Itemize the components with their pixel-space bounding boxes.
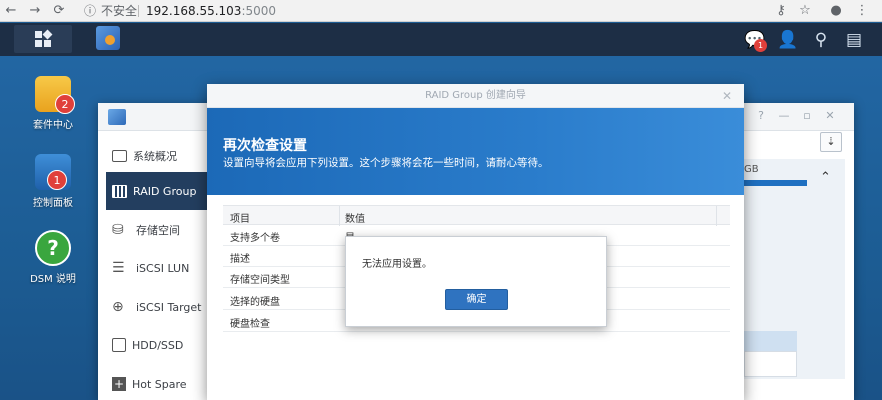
raid-list-row bbox=[744, 351, 797, 377]
chevron-up-icon[interactable]: ⌃ bbox=[820, 170, 831, 185]
security-label: 不安全 bbox=[101, 4, 138, 18]
raid-list-row-highlight bbox=[744, 331, 797, 351]
search-icon[interactable]: ⚲ bbox=[810, 29, 832, 51]
desktop-icon-label: DSM 说明 bbox=[30, 274, 76, 285]
maximize-icon[interactable]: ▫ bbox=[800, 109, 814, 123]
main-menu-icon bbox=[35, 29, 53, 47]
sidebar-item-raid-group[interactable]: RAID Group bbox=[106, 172, 208, 210]
key-icon[interactable]: ⚷ bbox=[772, 2, 790, 20]
help-question-icon[interactable]: ? bbox=[754, 109, 768, 123]
capacity-unit: GB bbox=[744, 164, 759, 175]
wizard-title: RAID Group 创建向导 bbox=[425, 90, 526, 101]
sidebar: 系统概况 RAID Group ⛁ 存储空间 ☰ iSCSI LUN ⊕ iSC… bbox=[98, 131, 208, 400]
wizard-subtitle: 设置向导将会应用下列设置。这个步骤将会花一些时间，请耐心等待。 bbox=[223, 157, 549, 169]
hot-spare-plus-icon: + bbox=[112, 377, 126, 391]
sort-button[interactable]: ⇣ bbox=[820, 132, 842, 152]
url-port: :5000 bbox=[241, 4, 277, 18]
storage-manager-taskbar-icon[interactable] bbox=[96, 26, 120, 50]
widgets-icon[interactable]: ▤ bbox=[843, 29, 865, 51]
sidebar-item-overview[interactable]: 系统概况 bbox=[106, 137, 208, 175]
forward-arrow-icon[interactable]: → bbox=[26, 2, 44, 20]
wizard-title-bar: RAID Group 创建向导 ✕ bbox=[207, 84, 744, 108]
dsm-taskbar: 💬 👤 ⚲ ▤ bbox=[0, 23, 882, 56]
dsm-help-shortcut[interactable]: ? DSM 说明 bbox=[23, 230, 83, 285]
close-icon[interactable]: ✕ bbox=[722, 89, 732, 103]
browser-toolbar: ← → ⟳ ⓘ 不安全 192.168.55.103:5000 ⚷ ☆ ● ⋮ bbox=[0, 0, 882, 22]
desktop-icon-label: 控制面板 bbox=[33, 198, 73, 209]
sidebar-item-label: Hot Spare bbox=[132, 377, 187, 391]
wizard-banner: 再次检查设置 设置向导将会应用下列设置。这个步骤将会花一些时间，请耐心等待。 bbox=[207, 108, 744, 195]
alert-message: 无法应用设置。 bbox=[362, 259, 432, 270]
sidebar-item-label: RAID Group bbox=[133, 184, 197, 198]
column-divider bbox=[339, 206, 340, 226]
back-arrow-icon[interactable]: ← bbox=[2, 2, 20, 20]
notification-badge: 1 bbox=[754, 39, 767, 52]
control-panel-badge: 1 bbox=[47, 170, 67, 190]
ok-button[interactable]: 确定 bbox=[445, 289, 508, 310]
wizard-heading: 再次检查设置 bbox=[223, 138, 307, 154]
info-icon[interactable]: ⓘ bbox=[84, 2, 96, 20]
column-header-item[interactable]: 项目 bbox=[230, 210, 250, 225]
menu-dots-icon[interactable]: ⋮ bbox=[853, 2, 871, 20]
control-panel-shortcut[interactable]: 控制面板 1 bbox=[23, 154, 83, 209]
iscsi-lun-icon: ☰ bbox=[112, 260, 125, 276]
package-center-badge: 2 bbox=[55, 94, 75, 114]
capacity-bar bbox=[744, 180, 807, 186]
hdd-icon bbox=[112, 338, 126, 352]
sidebar-item-label: 存储空间 bbox=[136, 224, 180, 237]
sidebar-item-hot-spare[interactable]: + Hot Spare bbox=[106, 365, 208, 400]
url-host: 192.168.55.103 bbox=[146, 4, 242, 18]
iscsi-target-globe-icon: ⊕ bbox=[112, 299, 124, 315]
sidebar-item-iscsi-lun[interactable]: ☰ iSCSI LUN bbox=[106, 249, 208, 287]
sidebar-item-volume[interactable]: ⛁ 存储空间 bbox=[106, 211, 208, 249]
main-menu-button[interactable] bbox=[14, 25, 72, 53]
address-bar[interactable]: 192.168.55.103:5000 bbox=[146, 2, 276, 20]
storage-manager-logo-icon bbox=[108, 109, 126, 125]
desktop-icon-label: 套件中心 bbox=[33, 120, 73, 131]
minimize-icon[interactable]: — bbox=[777, 109, 791, 123]
sidebar-item-label: HDD/SSD bbox=[132, 338, 184, 352]
sidebar-item-iscsi-target[interactable]: ⊕ iSCSI Target bbox=[106, 288, 208, 326]
row-key: 支持多个卷 bbox=[230, 233, 280, 244]
table-header: 项目 数值 bbox=[223, 205, 730, 226]
column-header-value[interactable]: 数值 bbox=[345, 210, 365, 225]
volume-icon: ⛁ bbox=[112, 222, 124, 238]
column-divider bbox=[716, 206, 717, 226]
error-alert-dialog: 无法应用设置。 确定 bbox=[345, 236, 607, 327]
row-key: 存储空间类型 bbox=[230, 275, 290, 286]
sidebar-item-label: iSCSI Target bbox=[136, 300, 202, 314]
star-icon[interactable]: ☆ bbox=[796, 2, 814, 20]
close-icon[interactable]: ✕ bbox=[823, 109, 837, 123]
user-icon[interactable]: 👤 bbox=[777, 29, 799, 51]
sidebar-item-label: iSCSI LUN bbox=[136, 261, 190, 275]
row-key: 选择的硬盘 bbox=[230, 297, 280, 308]
raid-group-icon bbox=[112, 184, 127, 198]
row-key: 描述 bbox=[230, 254, 250, 265]
overview-icon bbox=[112, 150, 127, 162]
sidebar-item-label: 系统概况 bbox=[133, 150, 177, 163]
help-icon: ? bbox=[35, 230, 71, 266]
row-key: 硬盘检查 bbox=[230, 319, 270, 330]
sidebar-item-hdd-ssd[interactable]: HDD/SSD bbox=[106, 326, 208, 364]
reload-icon[interactable]: ⟳ bbox=[50, 2, 68, 20]
address-separator bbox=[138, 5, 139, 17]
account-icon[interactable]: ● bbox=[827, 2, 845, 20]
package-center-shortcut[interactable]: 套件中心 2 bbox=[23, 76, 83, 131]
